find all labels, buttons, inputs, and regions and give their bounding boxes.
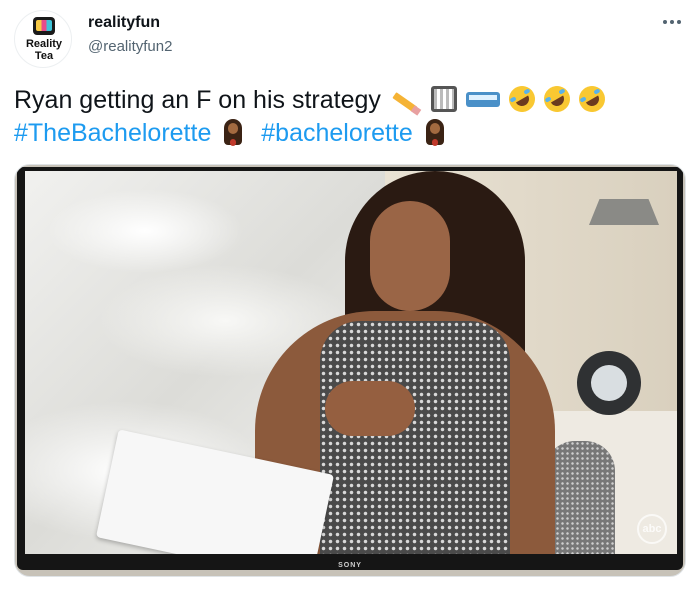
tweet-text: Ryan getting an F on his strategy #TheBa… <box>14 81 686 150</box>
display-name[interactable]: realityfun <box>88 14 160 32</box>
abacus-icon <box>430 86 457 112</box>
person-face <box>370 201 450 311</box>
user-handle[interactable]: @realityfun2 <box>88 38 172 55</box>
tv-icon <box>33 17 55 35</box>
sequin-top <box>320 321 510 554</box>
lamp <box>589 199 659 225</box>
tv-bezel: abc SONY <box>17 167 683 570</box>
tv-brand: SONY <box>338 562 362 569</box>
hashtag-link[interactable]: #TheBachelorette <box>14 119 211 147</box>
person-hand <box>325 381 415 436</box>
bus-icon <box>465 90 500 112</box>
tweet-body: Ryan getting an F on his strategy <box>14 86 381 114</box>
avatar[interactable]: Reality Tea <box>14 10 72 68</box>
tweet-line-1: Ryan getting an F on his strategy <box>14 81 686 117</box>
avatar-logo-text-line2: Tea <box>34 50 54 62</box>
clock <box>577 351 641 415</box>
tweet-header: Reality Tea realityfun @realityfun2 <box>14 10 686 70</box>
more-icon[interactable] <box>658 12 686 32</box>
hashtag-link[interactable]: #bachelorette <box>261 119 413 147</box>
rofl-icon <box>538 81 575 117</box>
woman-icon <box>220 119 246 147</box>
tweet-media-photo[interactable]: abc SONY <box>14 164 686 577</box>
avatar-logo-text-line1: Reality <box>25 38 63 50</box>
woman-icon <box>422 119 448 147</box>
rofl-icon <box>573 81 610 117</box>
network-logo: abc <box>637 514 667 544</box>
pencil-icon <box>390 90 422 112</box>
tweet-line-2: #TheBachelorette #bachelorette <box>14 117 686 150</box>
chair <box>545 441 615 554</box>
rofl-icon <box>503 81 540 117</box>
tv-screen-scene: abc <box>25 171 677 554</box>
